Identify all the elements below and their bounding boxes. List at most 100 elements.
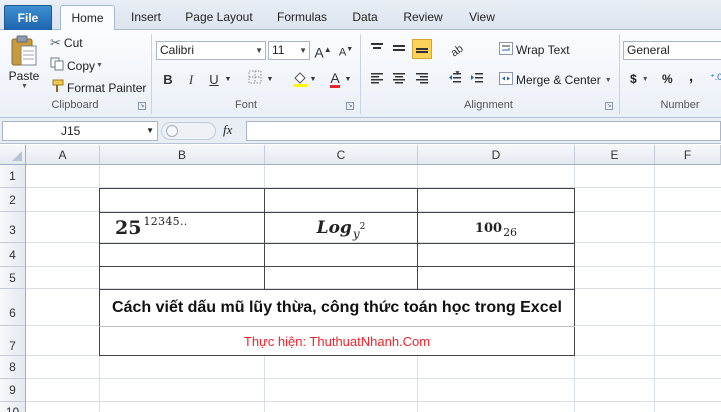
font-color-dropdown-icon[interactable]: ▼ [343, 70, 353, 90]
select-all-corner[interactable] [0, 145, 26, 165]
align-middle-button[interactable] [389, 40, 409, 60]
font-size-select[interactable]: 11 ▼ [268, 41, 310, 60]
chevron-down-icon: ▼ [299, 46, 307, 55]
wrap-text-label: Wrap Text [516, 43, 570, 57]
align-center-button[interactable] [389, 70, 409, 90]
name-box[interactable]: J15 ▼ [2, 121, 158, 141]
italic-button[interactable]: I [181, 70, 201, 90]
column-header-b[interactable]: B [100, 145, 265, 165]
merge-center-label: Merge & Center [516, 73, 601, 87]
currency-button[interactable]: $ ▼ [630, 72, 649, 86]
column-header-d[interactable]: D [418, 145, 575, 165]
format-painter-button[interactable]: Format Painter [50, 79, 146, 96]
align-right-button[interactable] [412, 70, 432, 90]
alignment-group-label: Alignment [464, 99, 513, 111]
borders-button[interactable] [245, 70, 265, 90]
column-header-f[interactable]: F [655, 145, 721, 165]
align-left-icon [371, 73, 383, 84]
borders-icon [248, 70, 262, 84]
decrease-indent-button[interactable] [445, 70, 465, 90]
row-header-5[interactable]: 5 [0, 267, 26, 289]
row-header-6[interactable]: 6 [0, 289, 26, 326]
chevron-down-icon[interactable]: ▼ [146, 122, 154, 140]
fill-color-button[interactable] [290, 70, 310, 90]
borders-dropdown-icon[interactable]: ▼ [265, 70, 275, 90]
row-header-9[interactable]: 9 [0, 379, 26, 402]
formula-input[interactable] [246, 121, 721, 141]
shrink-font-button[interactable]: A▼ [336, 40, 356, 60]
grow-font-icon: A [314, 44, 324, 61]
paste-button[interactable]: Paste ▼ [6, 34, 42, 96]
increase-decimal-button[interactable]: ⁺.0 [710, 72, 721, 83]
paste-dropdown-icon[interactable]: ▼ [21, 83, 28, 90]
row-header-1[interactable]: 1 [0, 165, 26, 188]
alignment-launcher-icon[interactable]: ↘ [605, 102, 613, 110]
clipboard-launcher-icon[interactable]: ↘ [138, 102, 146, 110]
copy-dropdown-icon[interactable]: ▼ [96, 62, 103, 69]
font-name-select[interactable]: Calibri ▼ [156, 41, 266, 60]
tab-page-layout[interactable]: Page Layout [180, 5, 258, 30]
cell-c3-superscript: 2 [359, 222, 366, 232]
currency-icon: $ [630, 72, 637, 86]
orientation-icon: ab [448, 42, 466, 60]
insert-function-button[interactable]: fx [223, 122, 232, 138]
row-header-3[interactable]: 3 [0, 212, 26, 243]
column-header-c[interactable]: C [265, 145, 418, 165]
column-header-a[interactable]: A [26, 145, 100, 165]
credit-text: Thực hiện: ThuthuatNhanh.Com [243, 333, 431, 349]
align-left-button[interactable] [367, 70, 387, 90]
row-header-8[interactable]: 8 [0, 356, 26, 379]
wrap-text-button[interactable]: Wrap Text [499, 42, 570, 58]
merge-dropdown-icon[interactable]: ▼ [605, 77, 612, 84]
font-color-button[interactable]: A [325, 68, 345, 88]
cell-b3[interactable]: 25 12345.. [100, 213, 264, 243]
ribbon: Paste ▼ ✂ Cut Copy ▼ Format Painter Clip… [0, 30, 721, 118]
tab-home[interactable]: Home [60, 5, 115, 31]
number-format-select[interactable]: General [623, 41, 721, 60]
tab-file[interactable]: File [4, 5, 52, 30]
chevron-down-icon: ▼ [255, 46, 263, 55]
row-header-7[interactable]: 7 [0, 326, 26, 356]
font-launcher-icon[interactable]: ↘ [346, 102, 354, 110]
cell-b6-title[interactable]: Cách viết dấu mũ lũy thừa, công thức toá… [100, 290, 574, 326]
formula-bar: J15 ▼ fx [0, 118, 721, 144]
align-bottom-button[interactable] [412, 39, 432, 59]
wrap-text-icon [499, 42, 513, 58]
underline-button[interactable]: U [204, 70, 224, 90]
currency-dropdown-icon[interactable]: ▼ [642, 76, 649, 83]
tab-insert[interactable]: Insert [122, 5, 170, 30]
underline-dropdown-icon[interactable]: ▼ [223, 70, 233, 90]
copy-button[interactable]: Copy ▼ [50, 57, 103, 74]
cell-b7-credit[interactable]: Thực hiện: ThuthuatNhanh.Com [100, 327, 574, 355]
cell-c3[interactable]: Log y 2 [265, 213, 417, 243]
increase-indent-button[interactable] [467, 70, 487, 90]
formula-resize-handle[interactable] [161, 122, 216, 140]
row-header-4[interactable]: 4 [0, 243, 26, 267]
cell-d3[interactable]: 100 26 [418, 213, 574, 243]
fill-color-dropdown-icon[interactable]: ▼ [308, 70, 318, 90]
orientation-button[interactable]: ab▼ [447, 40, 467, 77]
merge-center-button[interactable]: Merge & Center ▼ [499, 72, 612, 88]
tab-data[interactable]: Data [345, 5, 385, 30]
align-middle-icon [393, 45, 405, 51]
comma-style-button[interactable]: , [689, 68, 693, 85]
cell-d3-subscript: 26 [503, 225, 518, 239]
grow-font-button[interactable]: A▲ [313, 40, 333, 61]
align-right-icon [416, 73, 428, 84]
cut-button[interactable]: ✂ Cut [50, 35, 83, 51]
align-bottom-icon [416, 48, 428, 53]
font-color-icon: A [330, 70, 340, 88]
tab-formulas[interactable]: Formulas [270, 5, 334, 30]
tab-view[interactable]: View [460, 5, 504, 30]
percent-button[interactable]: % [662, 72, 673, 86]
row-header-2[interactable]: 2 [0, 188, 26, 212]
tab-review[interactable]: Review [396, 5, 450, 30]
bold-button[interactable]: B [158, 70, 178, 90]
cell-d3-base: 100 [474, 220, 503, 236]
font-group-label: Font [234, 99, 257, 111]
row-header-10[interactable]: 10 [0, 402, 26, 412]
align-center-icon [393, 73, 405, 84]
column-header-e[interactable]: E [575, 145, 655, 165]
increase-indent-icon [471, 73, 483, 83]
align-top-button[interactable] [367, 40, 387, 60]
